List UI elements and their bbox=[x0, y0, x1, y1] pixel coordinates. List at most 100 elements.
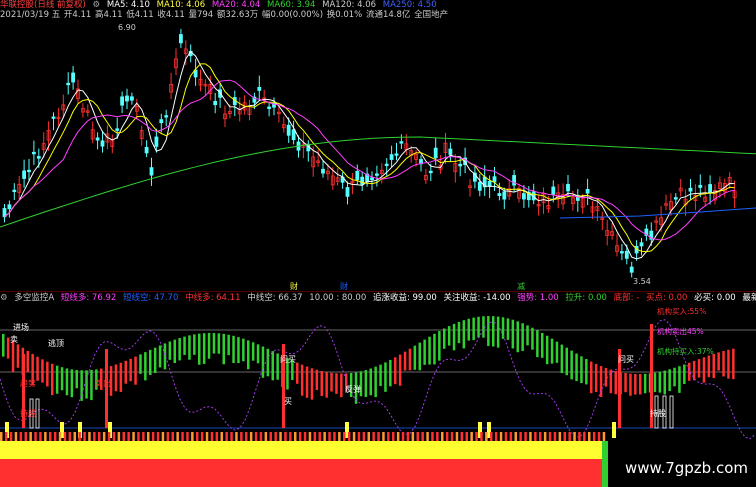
histogram-bar bbox=[717, 352, 720, 371]
signal-label: 问买 bbox=[618, 355, 634, 364]
histogram-bar bbox=[183, 336, 186, 355]
band-stripe bbox=[534, 432, 537, 442]
hold-bar bbox=[669, 395, 674, 429]
candle-body bbox=[370, 177, 374, 180]
histogram-bar bbox=[526, 325, 529, 346]
histogram-bar bbox=[237, 337, 240, 364]
histogram-bar bbox=[134, 356, 137, 385]
band-stripe bbox=[245, 432, 248, 442]
histogram-bar bbox=[722, 350, 725, 377]
short-long-value: 短线多: 76.92 bbox=[60, 293, 117, 303]
band-stripe bbox=[235, 432, 238, 442]
histogram-bar bbox=[51, 363, 54, 396]
candle-body bbox=[502, 191, 507, 200]
band-stripe bbox=[480, 432, 483, 442]
band-stripe bbox=[102, 432, 106, 442]
histogram-bar bbox=[712, 353, 715, 379]
band-stripe bbox=[367, 432, 370, 442]
green-band bbox=[602, 441, 608, 487]
price-chart[interactable]: 6.90 3.54 财 财 减 bbox=[0, 22, 756, 290]
histogram-bar bbox=[158, 345, 162, 368]
band-stripe bbox=[24, 432, 27, 442]
candle-body bbox=[36, 156, 41, 159]
band-stripe bbox=[588, 432, 591, 442]
band-stripe bbox=[455, 432, 459, 442]
candle-body bbox=[698, 184, 703, 188]
histogram-bar bbox=[222, 333, 225, 365]
ma10-line bbox=[4, 63, 735, 253]
chart-title[interactable]: 华联控股(日线 前复权) bbox=[0, 0, 86, 10]
histogram-bar bbox=[266, 348, 270, 377]
ma5-line bbox=[4, 50, 735, 260]
band-stripe bbox=[196, 432, 199, 442]
band-stripe bbox=[259, 432, 263, 442]
panel-divider bbox=[0, 291, 756, 292]
band-stripe bbox=[117, 432, 121, 442]
candle-body bbox=[125, 95, 129, 102]
histogram-bar bbox=[90, 370, 93, 401]
candle-body bbox=[345, 187, 350, 197]
band-stripe bbox=[151, 432, 155, 442]
histogram-bar bbox=[227, 334, 230, 356]
band-stripe bbox=[14, 432, 18, 442]
histogram-bar bbox=[251, 342, 255, 361]
histogram-bar bbox=[256, 344, 260, 364]
settings-icon[interactable]: ⚙ bbox=[93, 0, 101, 10]
band-stripe bbox=[4, 432, 8, 442]
quote-change: 幅0.00(0.00%) bbox=[261, 10, 324, 20]
histogram-bar bbox=[202, 333, 206, 364]
band-stripe bbox=[122, 432, 125, 442]
band-stripe bbox=[548, 432, 552, 442]
institution-label: 机构持买入:37% bbox=[657, 346, 714, 356]
band-stripe bbox=[29, 432, 32, 442]
band-stripe bbox=[83, 432, 86, 442]
indicator-settings-icon[interactable]: ⚙ bbox=[0, 293, 8, 303]
band-stripe bbox=[112, 432, 116, 442]
candle-body bbox=[374, 173, 379, 176]
histogram-bar bbox=[634, 373, 637, 395]
band-stripe bbox=[465, 432, 468, 442]
band-stripe bbox=[421, 432, 424, 442]
histogram-bar bbox=[217, 333, 221, 354]
band-stripe bbox=[323, 432, 326, 442]
quote-amount: 额32.63万 bbox=[216, 10, 259, 20]
band-stripe bbox=[161, 432, 165, 442]
histogram-bar bbox=[487, 316, 490, 347]
quote-line: 2021/03/19 五 开4.11 高4.11 低4.11 收4.11 量79… bbox=[0, 10, 452, 21]
candle-body bbox=[71, 72, 75, 83]
band-stripe bbox=[396, 432, 400, 442]
band-stripe bbox=[372, 432, 375, 442]
histogram-bar bbox=[26, 350, 29, 373]
band-stripe bbox=[470, 432, 473, 442]
event-marker: 减 bbox=[517, 281, 525, 290]
band-stripe bbox=[298, 432, 302, 442]
histogram-bar bbox=[462, 320, 466, 349]
quote-sector[interactable]: 全国地产 bbox=[414, 10, 448, 20]
candle-body bbox=[144, 146, 149, 154]
candle-body bbox=[360, 176, 365, 185]
indicator-title[interactable]: 多空监控A bbox=[14, 293, 54, 303]
band-stripe bbox=[313, 432, 317, 442]
band-stripe bbox=[44, 432, 47, 442]
candle-body bbox=[95, 137, 100, 141]
histogram-bar bbox=[369, 368, 372, 396]
yellow-marker bbox=[612, 422, 616, 438]
band-stripe bbox=[269, 432, 272, 442]
oscillator-line bbox=[0, 319, 756, 440]
candle-body bbox=[213, 100, 218, 106]
histogram-bar bbox=[443, 328, 446, 349]
band-stripe bbox=[205, 432, 209, 442]
histogram-bar bbox=[398, 354, 402, 386]
histogram-bar bbox=[320, 371, 323, 397]
band-stripe bbox=[377, 432, 380, 442]
band-stripe bbox=[93, 432, 96, 442]
histogram-bar bbox=[678, 366, 681, 393]
event-marker: 财 bbox=[340, 281, 348, 290]
candle-body bbox=[12, 189, 17, 193]
band-stripe bbox=[401, 432, 405, 442]
histogram-bar bbox=[550, 338, 554, 364]
histogram-bar bbox=[374, 366, 377, 398]
candle-body bbox=[492, 176, 497, 183]
signal-label: 趋势 bbox=[20, 378, 36, 388]
histogram-bar bbox=[144, 352, 147, 381]
